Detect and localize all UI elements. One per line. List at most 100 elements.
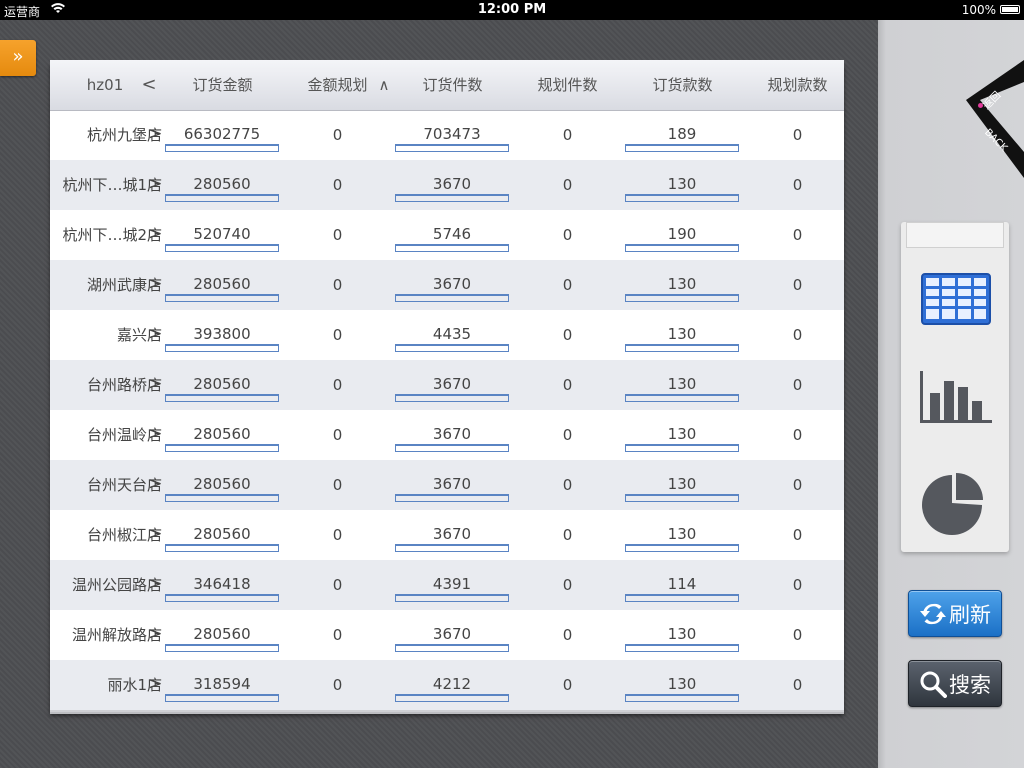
amount-plan-value: 0 xyxy=(332,126,343,144)
row-expand-icon[interactable]: > xyxy=(148,510,162,560)
header-amount[interactable]: 订货金额 xyxy=(165,60,280,110)
row-expand-icon[interactable]: > xyxy=(148,110,162,160)
store-name[interactable]: 杭州下…城2店 xyxy=(50,210,162,260)
header-qty[interactable]: 订货件数 xyxy=(395,60,510,110)
styles-input[interactable]: 114 xyxy=(625,574,739,596)
header-styles-plan[interactable]: 规划款数 xyxy=(740,60,855,110)
styles-input[interactable]: 130 xyxy=(625,374,739,396)
row-expand-icon[interactable]: > xyxy=(148,460,162,510)
styles-input[interactable]: 130 xyxy=(625,274,739,296)
styles-input[interactable]: 130 xyxy=(625,424,739,446)
table-row[interactable]: 杭州下…城1店 >280560 0 3670 0 130 0 xyxy=(50,160,844,210)
styles-plan-value: 0 xyxy=(792,226,803,244)
qty-input[interactable]: 5746 xyxy=(395,224,509,246)
table-row[interactable]: 湖州武康店 >280560 0 3670 0 130 0 xyxy=(50,260,844,310)
styles-input[interactable]: 130 xyxy=(625,474,739,496)
amount-input[interactable]: 520740 xyxy=(165,224,279,246)
qty-input[interactable]: 703473 xyxy=(395,124,509,146)
prev-column-icon[interactable]: < xyxy=(138,60,160,110)
refresh-button[interactable]: 刷新 xyxy=(908,590,1002,637)
header-group-label[interactable]: hz01 xyxy=(75,60,135,110)
store-name[interactable]: 湖州武康店 xyxy=(50,260,162,310)
table-row[interactable]: 温州解放路店 >280560 0 3670 0 130 0 xyxy=(50,610,844,660)
pie-chart-view-button[interactable] xyxy=(911,470,1001,540)
store-name[interactable]: 台州椒江店 xyxy=(50,510,162,560)
row-expand-icon[interactable]: > xyxy=(148,410,162,460)
row-expand-icon[interactable]: > xyxy=(148,660,162,710)
sort-ascending-icon[interactable]: ∧ xyxy=(374,60,394,110)
qty-input[interactable]: 3670 xyxy=(395,624,509,646)
amount-input[interactable]: 280560 xyxy=(165,274,279,296)
menu-toggle-button[interactable]: » xyxy=(0,40,36,76)
bar-chart-view-button[interactable] xyxy=(911,360,1001,430)
qty-input[interactable]: 3670 xyxy=(395,424,509,446)
styles-plan-value: 0 xyxy=(792,476,803,494)
amount-input[interactable]: 280560 xyxy=(165,424,279,446)
qty-input[interactable]: 3670 xyxy=(395,524,509,546)
store-name[interactable]: 嘉兴店 xyxy=(50,310,162,360)
amount-input[interactable]: 280560 xyxy=(165,174,279,196)
table-row[interactable]: 台州天台店 >280560 0 3670 0 130 0 xyxy=(50,460,844,510)
amount-plan-value: 0 xyxy=(332,276,343,294)
store-name[interactable]: 台州路桥店 xyxy=(50,360,162,410)
amount-input[interactable]: 280560 xyxy=(165,374,279,396)
store-name[interactable]: 台州天台店 xyxy=(50,460,162,510)
table-view-button[interactable] xyxy=(911,264,1001,334)
back-ribbon[interactable] xyxy=(958,60,1024,178)
store-name[interactable]: 温州公园路店 xyxy=(50,560,162,610)
styles-input[interactable]: 130 xyxy=(625,524,739,546)
styles-input[interactable]: 130 xyxy=(625,624,739,646)
amount-input[interactable]: 346418 xyxy=(165,574,279,596)
qty-input[interactable]: 4435 xyxy=(395,324,509,346)
amount-input[interactable]: 318594 xyxy=(165,674,279,696)
table-row[interactable]: 台州温岭店 >280560 0 3670 0 130 0 xyxy=(50,410,844,460)
amount-input[interactable]: 280560 xyxy=(165,624,279,646)
store-name[interactable]: 温州解放路店 xyxy=(50,610,162,660)
qty-input[interactable]: 4391 xyxy=(395,574,509,596)
row-expand-icon[interactable]: > xyxy=(148,360,162,410)
qty-input[interactable]: 3670 xyxy=(395,274,509,296)
qty-input[interactable]: 3670 xyxy=(395,474,509,496)
table-row[interactable]: 台州椒江店 >280560 0 3670 0 130 0 xyxy=(50,510,844,560)
table-row[interactable]: 丽水1店 >318594 0 4212 0 130 0 xyxy=(50,660,844,710)
store-name[interactable]: 台州温岭店 xyxy=(50,410,162,460)
row-expand-icon[interactable]: > xyxy=(148,560,162,610)
qty-input[interactable]: 3670 xyxy=(395,174,509,196)
search-button[interactable]: 搜索 xyxy=(908,660,1002,707)
row-expand-icon[interactable]: > xyxy=(148,160,162,210)
amount-input[interactable]: 280560 xyxy=(165,474,279,496)
row-expand-icon[interactable]: > xyxy=(148,260,162,310)
table-row[interactable]: 温州公园路店 >346418 0 4391 0 114 0 xyxy=(50,560,844,610)
input-underline xyxy=(165,144,279,152)
store-name[interactable]: 杭州九堡店 xyxy=(50,110,162,160)
amount-input[interactable]: 280560 xyxy=(165,524,279,546)
row-expand-icon[interactable]: > xyxy=(148,310,162,360)
styles-plan-value: 0 xyxy=(792,526,803,544)
table-row[interactable]: 台州路桥店 >280560 0 3670 0 130 0 xyxy=(50,360,844,410)
amount-plan-value: 0 xyxy=(332,226,343,244)
row-expand-icon[interactable]: > xyxy=(148,610,162,660)
amount-plan-value: 0 xyxy=(332,476,343,494)
styles-input[interactable]: 130 xyxy=(625,674,739,696)
table-row[interactable]: 杭州九堡店 >66302775 0 703473 0 189 0 xyxy=(50,110,844,160)
qty-input[interactable]: 3670 xyxy=(395,374,509,396)
header-styles[interactable]: 订货款数 xyxy=(625,60,740,110)
styles-input[interactable]: 130 xyxy=(625,174,739,196)
amount-input[interactable]: 66302775 xyxy=(165,124,279,146)
styles-input[interactable]: 190 xyxy=(625,224,739,246)
table-header: hz01 < 订货金额 金额规划 ∧ 订货件数 规划件数 订货款数 规划款数 xyxy=(50,60,844,111)
header-amount-plan[interactable]: 金额规划 xyxy=(295,60,380,110)
styles-input[interactable]: 189 xyxy=(625,124,739,146)
header-qty-plan[interactable]: 规划件数 xyxy=(510,60,625,110)
amount-input[interactable]: 393800 xyxy=(165,324,279,346)
styles-input[interactable]: 130 xyxy=(625,324,739,346)
qty-plan-value: 0 xyxy=(562,226,573,244)
store-name[interactable]: 丽水1店 xyxy=(50,660,162,710)
amount-plan-value: 0 xyxy=(332,426,343,444)
store-name[interactable]: 杭州下…城1店 xyxy=(50,160,162,210)
qty-input[interactable]: 4212 xyxy=(395,674,509,696)
table-row[interactable]: 嘉兴店 >393800 0 4435 0 130 0 xyxy=(50,310,844,360)
table-row[interactable]: 杭州下…城2店 >520740 0 5746 0 190 0 xyxy=(50,210,844,260)
row-expand-icon[interactable]: > xyxy=(148,210,162,260)
input-underline xyxy=(395,494,509,502)
